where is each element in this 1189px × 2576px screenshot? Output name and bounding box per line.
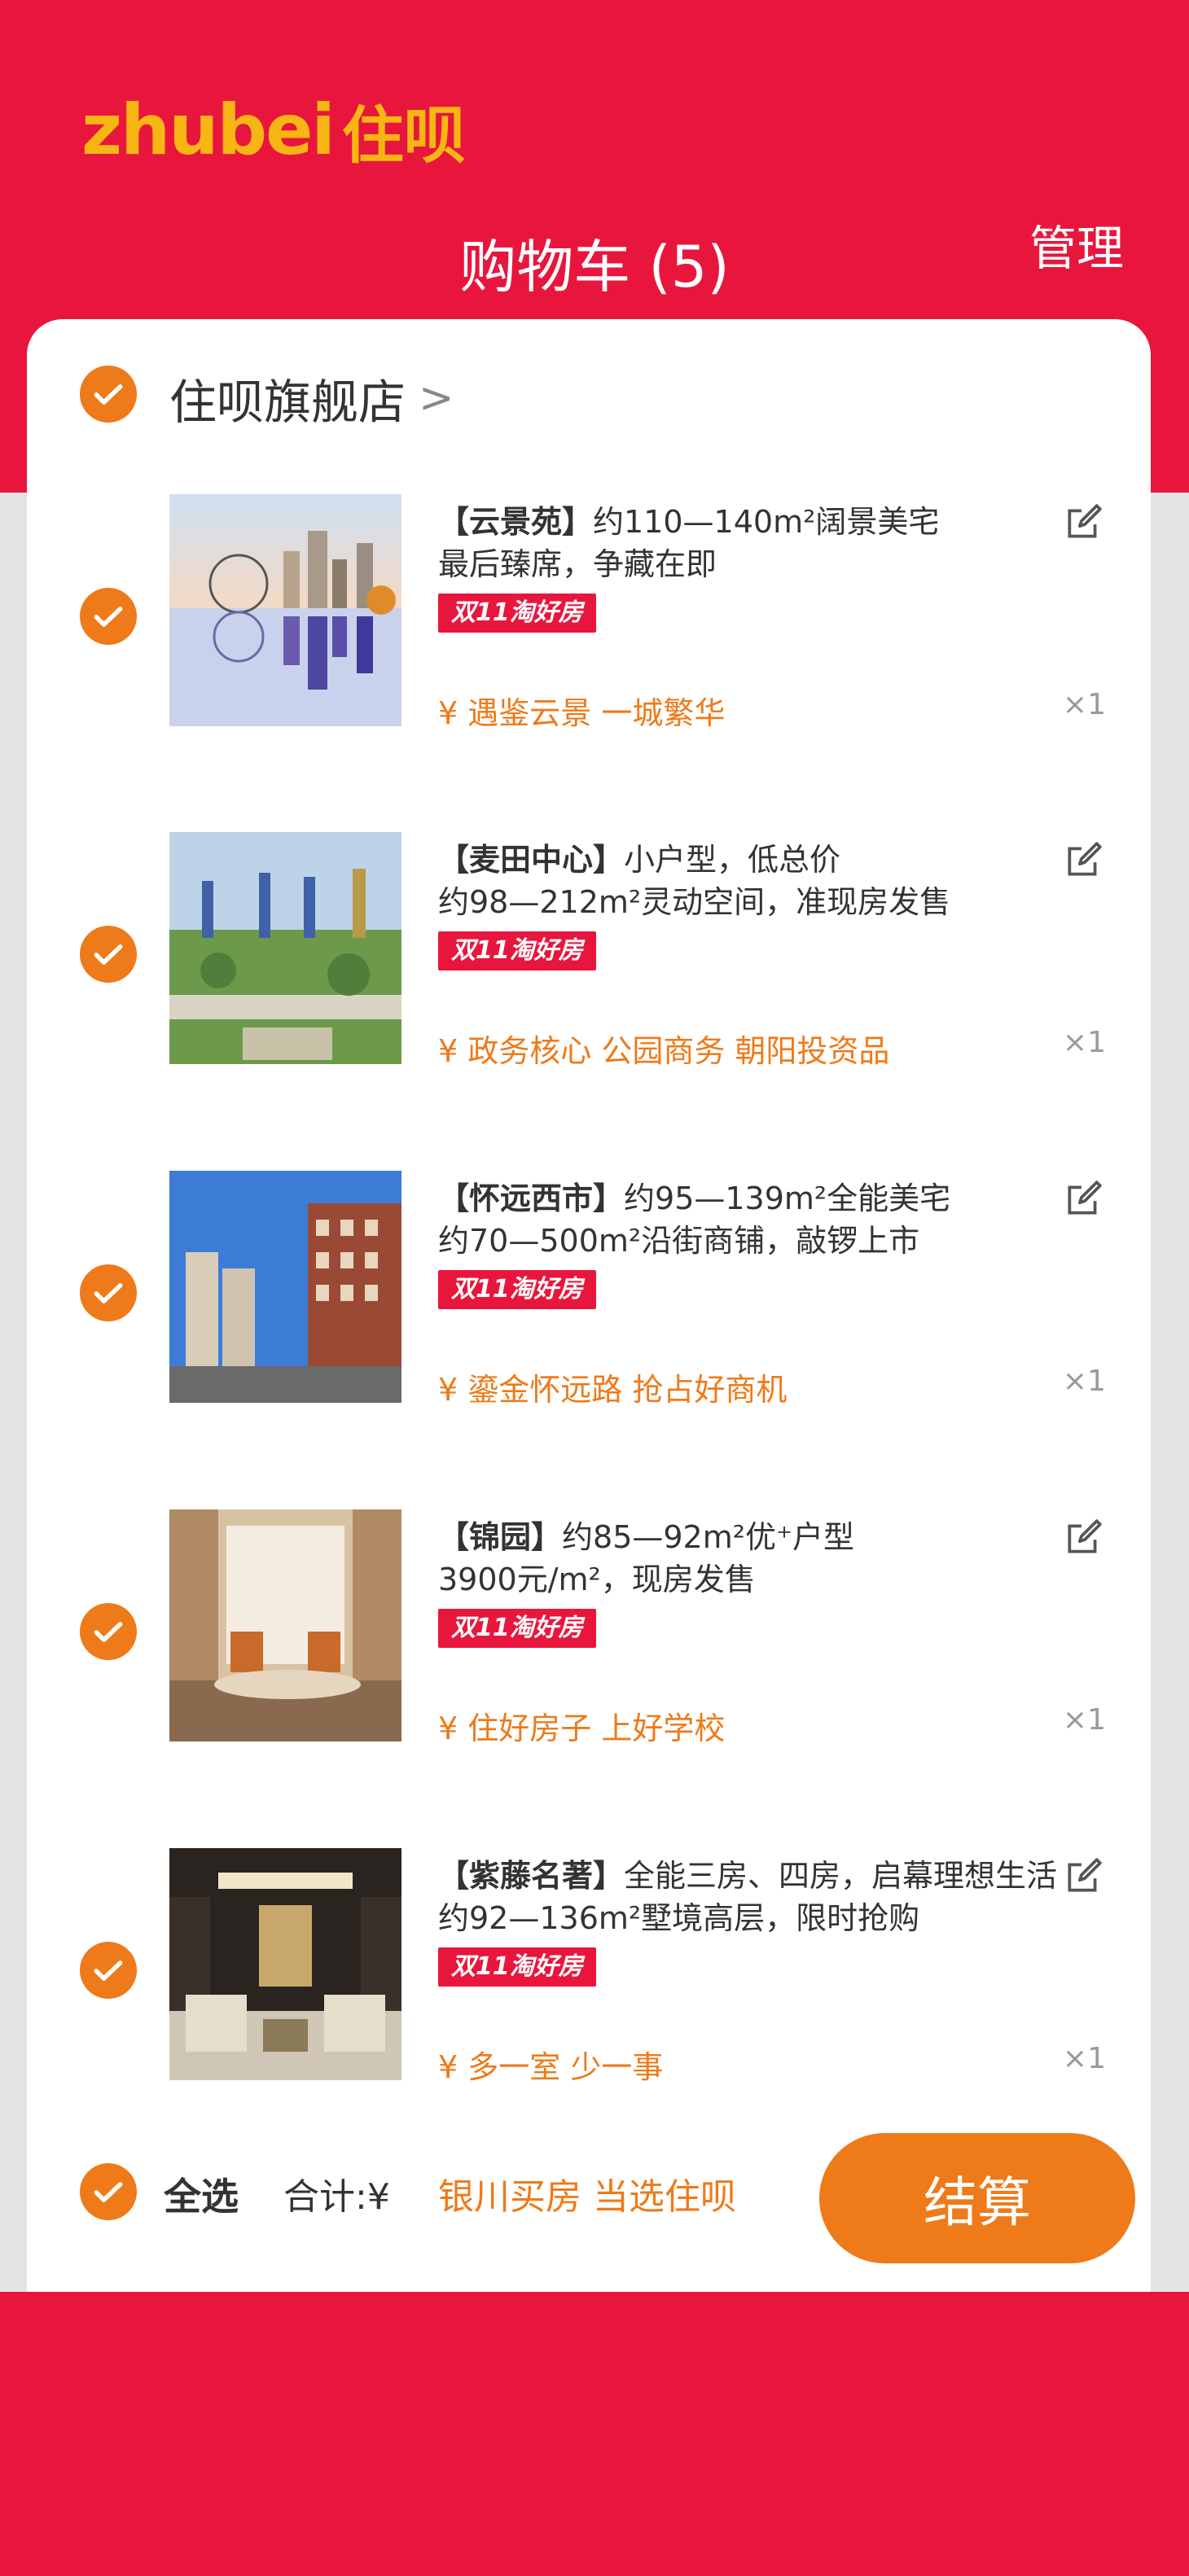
- item-desc-line2: 3900元/m²，现房发售: [438, 1562, 756, 1597]
- item-checkbox[interactable]: [80, 926, 137, 983]
- item-title[interactable]: 【麦田中心】小户型，低总价 约98—212m²灵动空间，准现房发售: [438, 839, 1090, 923]
- item-name: 【紫藤名著】: [438, 1858, 625, 1894]
- item-image[interactable]: [169, 494, 401, 726]
- item-name: 【麦田中心】: [438, 842, 625, 878]
- item-quantity[interactable]: ×1: [1063, 688, 1106, 721]
- logo-cn: 住呗: [341, 99, 466, 172]
- item-price: ¥ 住好房子 上好学校: [438, 1711, 726, 1746]
- item-title[interactable]: 【云景苑】约110—140m²阔景美宅 最后臻席，争藏在即: [438, 501, 1090, 585]
- edit-icon[interactable]: [1063, 1856, 1103, 1897]
- item-name: 【锦园】: [438, 1519, 563, 1555]
- item-name: 【怀远西市】: [438, 1181, 625, 1216]
- footer-background: [0, 2292, 1189, 2576]
- item-checkbox[interactable]: [80, 1942, 137, 1999]
- item-title[interactable]: 【紫藤名著】全能三房、四房，启幕理想生活 约92—136m²墅境高层，限时抢购: [438, 1855, 1090, 1939]
- store-checkbox[interactable]: [80, 366, 137, 423]
- item-image[interactable]: [169, 1509, 401, 1741]
- brand-logo: zhubei 住呗: [81, 90, 466, 172]
- cart-item: 【紫藤名著】全能三房、四房，启幕理想生活 约92—136m²墅境高层，限时抢购 …: [27, 1848, 1151, 2092]
- total-label: 合计:¥: [283, 2176, 390, 2218]
- item-desc-line1: 约85—92m²优⁺户型: [562, 1519, 855, 1555]
- item-checkbox[interactable]: [80, 1264, 137, 1321]
- promo-tag: 双11淘好房: [438, 1270, 596, 1309]
- item-price: ¥ 遇鉴云景 一城繁华: [438, 695, 726, 731]
- promo-tag: 双11淘好房: [438, 1947, 596, 1987]
- item-name: 【云景苑】: [438, 504, 594, 540]
- check-icon: [94, 2182, 123, 2202]
- item-title[interactable]: 【锦园】约85—92m²优⁺户型 3900元/m²，现房发售: [438, 1516, 1090, 1601]
- promo-tag: 双11淘好房: [438, 594, 596, 633]
- page-title: 购物车 (5): [459, 234, 730, 300]
- select-all-label[interactable]: 全选: [164, 2167, 239, 2221]
- item-price: ¥ 政务核心 公园商务 朝阳投资品: [438, 1033, 890, 1069]
- edit-icon[interactable]: [1063, 840, 1103, 881]
- chevron-right-icon: >: [419, 374, 454, 423]
- item-image[interactable]: [169, 1848, 401, 2080]
- item-quantity[interactable]: ×1: [1063, 2042, 1106, 2075]
- checkout-bar: 全选 合计:¥ 银川买房 当选住呗 结算: [27, 2118, 1151, 2265]
- item-quantity[interactable]: ×1: [1063, 1365, 1106, 1398]
- check-icon: [94, 384, 123, 405]
- item-desc-line1: 约110—140m²阔景美宅: [593, 504, 940, 540]
- item-quantity[interactable]: ×1: [1063, 1026, 1106, 1059]
- item-quantity[interactable]: ×1: [1063, 1703, 1106, 1737]
- select-all-checkbox[interactable]: [80, 2163, 137, 2220]
- item-desc-line1: 约95—139m²全能美宅: [624, 1181, 951, 1216]
- promo-tag: 双11淘好房: [438, 931, 596, 970]
- item-desc-line2: 约70—500m²沿街商铺，敲锣上市: [438, 1223, 920, 1259]
- item-desc-line2: 约92—136m²墅境高层，限时抢购: [438, 1900, 920, 1936]
- cart-item: 【麦田中心】小户型，低总价 约98—212m²灵动空间，准现房发售 双11淘好房…: [27, 832, 1151, 1076]
- item-title[interactable]: 【怀远西市】约95—139m²全能美宅 约70—500m²沿街商铺，敲锣上市: [438, 1177, 1090, 1262]
- item-image[interactable]: [169, 1171, 401, 1403]
- item-checkbox[interactable]: [80, 1603, 137, 1660]
- item-price: ¥ 鎏金怀远路 抢占好商机: [438, 1372, 788, 1408]
- edit-icon[interactable]: [1063, 1518, 1103, 1558]
- item-desc-line2: 最后臻席，争藏在即: [438, 546, 717, 582]
- check-icon: [94, 1960, 123, 1981]
- cart-item: 【怀远西市】约95—139m²全能美宅 约70—500m²沿街商铺，敲锣上市 双…: [27, 1171, 1151, 1415]
- logo-latin: zhubei: [81, 90, 336, 171]
- item-desc-line1: 全能三房、四房，启幕理想生活: [624, 1858, 1058, 1894]
- item-checkbox[interactable]: [80, 588, 137, 645]
- slogan-text: 银川买房 当选住呗: [438, 2176, 736, 2218]
- item-image[interactable]: [169, 832, 401, 1064]
- promo-tag: 双11淘好房: [438, 1609, 596, 1648]
- manage-button[interactable]: 管理: [1029, 210, 1124, 278]
- store-link[interactable]: 住呗旗舰店 >: [169, 364, 454, 432]
- cart-item: 【锦园】约85—92m²优⁺户型 3900元/m²，现房发售 双11淘好房 ¥ …: [27, 1509, 1151, 1754]
- check-icon: [94, 944, 123, 965]
- cart-card: 住呗旗舰店 > 【云景苑】约110—140m²阔景美宅 最后臻席，争藏在即 双1…: [27, 319, 1151, 2292]
- edit-icon[interactable]: [1063, 1179, 1103, 1220]
- checkout-button[interactable]: 结算: [819, 2133, 1135, 2263]
- edit-icon[interactable]: [1063, 502, 1103, 543]
- item-desc-line1: 小户型，低总价: [624, 842, 841, 878]
- item-desc-line2: 约98—212m²灵动空间，准现房发售: [438, 884, 951, 920]
- item-price: ¥ 多一室 少一事: [438, 2049, 664, 2085]
- store-name: 住呗旗舰店: [169, 375, 406, 430]
- check-icon: [94, 1283, 123, 1303]
- cart-item: 【云景苑】约110—140m²阔景美宅 最后臻席，争藏在即 双11淘好房 ¥ 遇…: [27, 494, 1151, 738]
- check-icon: [94, 607, 123, 627]
- check-icon: [94, 1622, 123, 1642]
